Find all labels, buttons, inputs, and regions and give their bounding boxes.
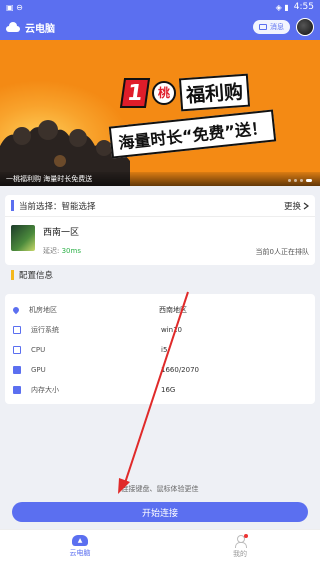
cloud-icon: ▲ (72, 535, 88, 546)
change-label: 更换 (283, 201, 301, 212)
promo-banner[interactable]: 1 桃 福利购 海量时长“免费”送！ 一桃福利购 海量时长免费送 (0, 40, 320, 186)
config-label: 机房地区 (29, 306, 57, 314)
app-header: 云电脑 消息 (0, 14, 320, 40)
status-right: ◈ ▮ 4:55 (276, 2, 314, 12)
banner-badge-tao: 桃 (152, 80, 176, 105)
avatar[interactable] (296, 18, 314, 36)
server-info: 西南一区 延迟: 30ms (43, 223, 81, 256)
queue-status: 当前0人正在排队 (255, 248, 309, 256)
pager-dot (288, 179, 291, 182)
config-label: GPU (31, 366, 46, 374)
gpu-icon (13, 366, 21, 374)
mail-icon (259, 24, 267, 30)
status-left: ▣ ⊖ (6, 3, 23, 12)
config-title: 配置信息 (19, 271, 54, 281)
banner-headline-1: 1 桃 福利购 (119, 73, 251, 112)
server-thumbnail (11, 225, 35, 251)
config-label: 运行系统 (31, 326, 59, 334)
tab-label: 我的 (233, 549, 247, 558)
config-row-region: 机房地区 西南地区 (5, 300, 315, 320)
config-value: win10 (161, 326, 183, 334)
config-value: 西南地区 (159, 306, 187, 314)
tab-label: 云电脑 (69, 549, 91, 557)
section-accent-bar (11, 200, 14, 211)
notification-dot (244, 533, 248, 538)
config-card: 机房地区 西南地区 运行系统 win10 CPU i5 GPU 1660/207… (5, 294, 315, 404)
tab-mine[interactable]: 我的 (160, 530, 320, 563)
os-icon (13, 326, 21, 334)
banner-headline-2: 海量时长“免费”送！ (108, 109, 277, 159)
messages-button[interactable]: 消息 (253, 20, 290, 34)
latency-line: 延迟: 30ms (43, 246, 81, 256)
pager-dot (300, 179, 303, 182)
user-icon (234, 533, 248, 548)
memory-icon (13, 386, 21, 394)
bottom-tab-bar: ▲ 云电脑 我的 (0, 529, 320, 563)
notification-icons: ▣ ⊖ (6, 2, 23, 12)
config-row-memory: 内存大小 16G (5, 380, 315, 400)
pager-dot (294, 179, 297, 182)
config-label: 内存大小 (31, 386, 59, 394)
tab-cloud-pc[interactable]: ▲ 云电脑 (0, 530, 160, 563)
banner-caption-text: 一桃福利购 海量时长免费送 (6, 175, 93, 183)
pager-dot-active (306, 179, 312, 182)
start-connect-button[interactable]: 开始连接 (12, 502, 308, 522)
chevron-right-icon (303, 202, 309, 209)
selection-title: 当前选择：智能选择 (19, 201, 96, 212)
status-bar: ▣ ⊖ ◈ ▮ 4:55 (0, 0, 320, 14)
cloud-logo-icon (6, 22, 20, 32)
change-server-button[interactable]: 更换 (284, 200, 309, 212)
config-header: 配置信息 (5, 266, 315, 284)
messages-label: 消息 (270, 23, 284, 31)
config-value: 16G (161, 386, 176, 394)
banner-caption: 一桃福利购 海量时长免费送 (0, 172, 320, 186)
banner-pager-dots (288, 179, 312, 182)
config-value: i5 (161, 346, 168, 354)
status-time: 4:55 (293, 2, 314, 12)
location-pin-icon (11, 305, 21, 315)
config-label: CPU (31, 346, 46, 354)
config-row-cpu: CPU i5 (5, 340, 315, 360)
connect-hint: 连接键盘、鼠标体验更佳 (121, 485, 199, 493)
cpu-icon (13, 346, 21, 354)
server-name: 西南一区 (43, 228, 80, 238)
latency-value: 30ms (61, 247, 81, 255)
config-value: 1660/2070 (161, 366, 199, 374)
app-title: 云电脑 (25, 23, 55, 35)
selection-card: 当前选择：智能选择 更换 西南一区 延迟: 30ms 当前0人正在排队 (5, 195, 315, 265)
signal-battery-icons: ◈ ▮ (275, 2, 289, 12)
config-row-gpu: GPU 1660/2070 (5, 360, 315, 380)
latency-label: 延迟: (43, 247, 60, 255)
config-row-os: 运行系统 win10 (5, 320, 315, 340)
banner-badge-one: 1 (119, 77, 151, 108)
banner-headline-text-1: 福利购 (178, 73, 251, 112)
config-accent-bar (11, 270, 14, 280)
server-row[interactable]: 西南一区 延迟: 30ms 当前0人正在排队 (5, 217, 315, 265)
selection-header: 当前选择：智能选择 更换 (5, 195, 315, 217)
